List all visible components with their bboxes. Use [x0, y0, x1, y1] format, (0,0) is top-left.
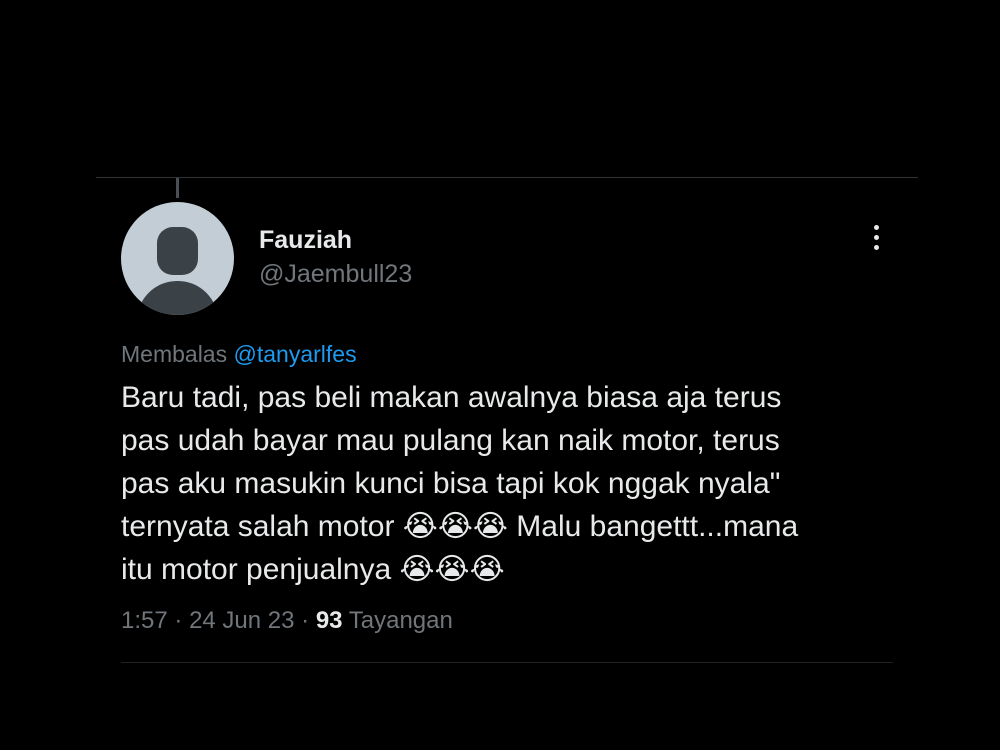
reply-context: Membalas @tanyarlfes: [121, 341, 357, 368]
tweet-text: Baru tadi, pas beli makan awalnya biasa …: [121, 381, 799, 586]
default-profile-icon: [157, 227, 198, 275]
views-label: Tayangan: [348, 607, 453, 634]
more-vertical-icon: [873, 224, 879, 230]
tweet-time[interactable]: 1:57: [121, 607, 168, 634]
views-count: 93: [315, 607, 343, 634]
top-divider: [96, 177, 918, 178]
meta-separator: ·: [301, 607, 310, 634]
bottom-divider: [121, 662, 893, 663]
tweet-meta: 1:57 · 24 Jun 23 · 93 Tayangan: [121, 607, 453, 635]
tweet-date[interactable]: 24 Jun 23: [189, 607, 294, 634]
thread-connector-line: [176, 178, 179, 198]
meta-separator: ·: [174, 607, 183, 634]
author-display-name[interactable]: Fauziah: [259, 226, 352, 255]
reply-mention-link[interactable]: @tanyarlfes: [234, 341, 357, 367]
more-options-button[interactable]: [864, 222, 888, 252]
reply-prefix: Membalas: [121, 341, 228, 367]
author-handle[interactable]: @Jaembull23: [259, 260, 412, 289]
avatar[interactable]: [121, 202, 234, 315]
